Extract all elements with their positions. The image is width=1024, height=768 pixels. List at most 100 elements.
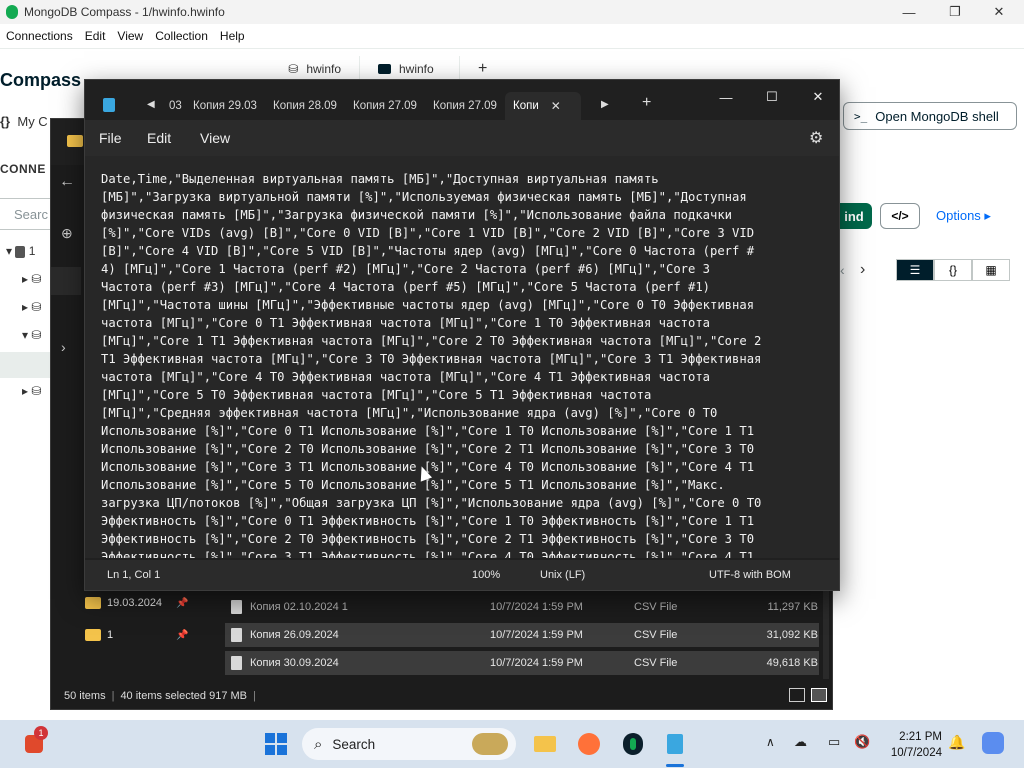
scroll-tabs-left-icon[interactable]: ◀ (147, 99, 155, 110)
tree-item-db-3[interactable]: ▾ ⛁ (22, 328, 41, 342)
text-line: Эффективность [%]","Core 3 T1 Эффективно… (101, 550, 755, 558)
tab-kopiya-2903[interactable]: Копия 29.03 (193, 92, 257, 120)
text-editor[interactable]: Date,Time,"Выделенная виртуальная память… (85, 156, 839, 558)
text-line: частота [МГц]","Core 0 T1 Эффективная ча… (101, 316, 711, 330)
scroll-tabs-right-icon[interactable]: ▶ (601, 99, 609, 110)
file-row[interactable]: Копия 26.09.2024 10/7/2024 1:59 PM CSV F… (225, 623, 819, 647)
add-icon[interactable]: ⊕ (61, 225, 73, 242)
tab-active[interactable]: Копи ✕ (505, 92, 581, 120)
display-icon[interactable]: ▭ (828, 734, 840, 750)
maximize-button[interactable]: ☐ (749, 84, 795, 110)
text-line: T1 Эффективная частота [МГц]","Core 3 T0… (101, 352, 762, 366)
menu-connections[interactable]: Connections (0, 24, 79, 48)
details-view-icon[interactable] (789, 688, 805, 702)
windows-logo-icon (265, 733, 287, 755)
tree-item-db-4[interactable]: ▸ ⛁ (22, 384, 41, 398)
menu-file[interactable]: File (99, 130, 122, 146)
close-button[interactable]: ✕ (795, 84, 841, 110)
my-connections[interactable]: {} My C (0, 114, 48, 129)
notification-bell-icon[interactable]: 🔔 (948, 734, 965, 751)
text-line: Использование [%]","Core 5 T0 Использова… (101, 478, 725, 492)
notepad-taskbar-icon[interactable] (662, 730, 688, 758)
prev-page-icon[interactable]: ‹ (840, 262, 860, 278)
table-view-button[interactable]: ▦ (972, 259, 1010, 281)
notepad-statusbar: Ln 1, Col 1 100% Unix (LF) UTF-8 with BO… (85, 560, 839, 590)
code-view-button[interactable]: </> (880, 203, 920, 229)
firefox-icon[interactable] (576, 730, 602, 758)
editor-content[interactable]: Date,Time,"Выделенная виртуальная память… (101, 170, 825, 558)
file-row[interactable]: Копия 02.10.2024 1 10/7/2024 1:59 PM CSV… (225, 595, 819, 619)
menu-view[interactable]: View (111, 24, 149, 48)
start-button[interactable] (262, 730, 290, 758)
maximize-button[interactable]: ❐ (932, 0, 978, 24)
menu-edit[interactable]: Edit (79, 24, 112, 48)
copilot-icon[interactable] (982, 732, 1004, 754)
network-disconnected-icon[interactable]: ☁ (794, 734, 807, 750)
menu-help[interactable]: Help (214, 24, 251, 48)
tree-root-label: 1 (28, 244, 36, 258)
tab-kopiya-2709-b[interactable]: Копия 27.09 (433, 92, 497, 120)
file-explorer-icon[interactable] (532, 730, 558, 758)
new-tab-button[interactable]: + (642, 94, 651, 112)
file-date: 10/7/2024 1:59 PM (490, 657, 583, 669)
line-ending[interactable]: Unix (LF) (540, 569, 585, 581)
encoding[interactable]: UTF-8 with BOM (709, 569, 791, 581)
mongodb-compass-icon[interactable] (620, 730, 646, 758)
file-date: 10/7/2024 1:59 PM (490, 629, 583, 641)
search-label: Search (332, 736, 376, 752)
file-icon (231, 600, 242, 614)
folder-icon (67, 135, 83, 147)
open-shell-button[interactable]: >_ Open MongoDB shell (843, 102, 1017, 130)
database-icon: ⛁ (288, 62, 299, 76)
file-date: 10/7/2024 1:59 PM (490, 601, 583, 613)
compass-window-title: MongoDB Compass - 1/hwinfo.hwinfo (24, 5, 225, 19)
system-clock[interactable]: 2:21 PM 10/7/2024 (880, 729, 942, 761)
notepad-menubar: File Edit View ⚙ (85, 120, 839, 156)
tree-item-selected[interactable] (0, 352, 50, 378)
menu-collection[interactable]: Collection (149, 24, 214, 48)
tab-kopiya-2809[interactable]: Копия 28.09 (273, 92, 337, 120)
options-toggle[interactable]: Options ▸ (936, 208, 991, 224)
zoom-level[interactable]: 100% (472, 569, 500, 581)
file-row[interactable]: Копия 30.09.2024 10/7/2024 1:59 PM CSV F… (225, 651, 819, 675)
folder-icon (85, 629, 101, 641)
tree-item-db-1[interactable]: ▸ ⛁ (22, 272, 41, 286)
folder-icon (85, 597, 101, 609)
clock-date: 10/7/2024 (890, 747, 942, 759)
search-icon: ⌕ (314, 735, 323, 753)
pin-icon: 📌 (176, 598, 189, 609)
folder-icon (378, 64, 391, 74)
minimize-button[interactable]: — (886, 0, 932, 24)
json-view-button[interactable]: {} (934, 259, 972, 281)
widgets-icon[interactable]: 1 (20, 726, 48, 758)
text-line: Использование [%]","Core 0 T1 Использова… (101, 424, 755, 438)
tab-label: hwinfo (306, 62, 341, 76)
show-hidden-icons-chevron[interactable]: ∧ (766, 735, 775, 749)
close-button[interactable]: ✕ (976, 0, 1022, 24)
find-button[interactable]: ind (836, 203, 872, 229)
sidebar-item-19032024[interactable]: 19.03.2024 (85, 597, 162, 609)
expand-chevron-icon[interactable]: › (61, 339, 66, 355)
compass-brand: Compass (0, 70, 82, 90)
settings-gear-icon[interactable]: ⚙ (809, 128, 823, 148)
file-icon (231, 628, 242, 642)
file-size: 11,297 KB (767, 601, 818, 613)
text-line: загрузка ЦП/потоков [%]","Общая загрузка… (101, 496, 762, 510)
pin-icon: 📌 (176, 630, 189, 641)
sidebar-item-1[interactable]: 1 (85, 629, 113, 641)
list-view-button[interactable]: ☰ (896, 259, 934, 281)
file-name: Копия 02.10.2024 1 (250, 601, 348, 613)
menu-edit[interactable]: Edit (147, 130, 171, 146)
tree-item-root[interactable]: ▾ 1 (6, 244, 35, 258)
next-page-icon[interactable]: › (860, 261, 896, 279)
text-line: 4) [МГц]","Core 1 Частота (perf #2) [МГц… (101, 262, 711, 276)
taskbar-search[interactable]: ⌕ Search (302, 728, 516, 760)
tab-partial[interactable]: 03 (169, 92, 182, 120)
tiles-view-icon[interactable] (811, 688, 827, 702)
tab-kopiya-2709-a[interactable]: Копия 27.09 (353, 92, 417, 120)
close-tab-icon[interactable]: ✕ (551, 99, 561, 113)
volume-muted-icon[interactable]: 🔇 (854, 734, 870, 750)
minimize-button[interactable]: — (703, 84, 749, 110)
menu-view[interactable]: View (200, 130, 230, 146)
tree-item-db-2[interactable]: ▸ ⛁ (22, 300, 41, 314)
